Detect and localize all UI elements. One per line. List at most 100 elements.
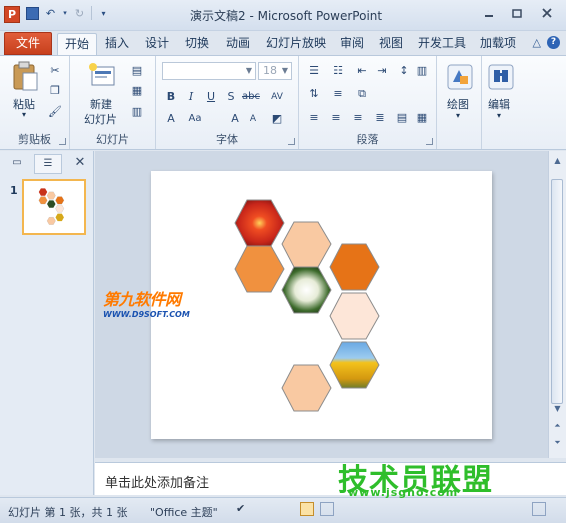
editing-button[interactable]: 编辑 [488, 96, 510, 112]
restore-button[interactable] [504, 4, 530, 24]
scroll-down-icon[interactable]: ▼ [550, 401, 565, 417]
paste-dropdown-icon[interactable]: ▾ [22, 110, 26, 119]
watermark-d9soft-title: 第九软件网 [103, 290, 181, 309]
title-bar: P ↶ ▾ ↻ ▾ 演示文稿2 - Microsoft PowerPoint [0, 0, 566, 31]
hexagon-light-peach-2 [281, 364, 332, 412]
hexagon-dark-orange [329, 243, 380, 291]
spellcheck-icon[interactable]: ✔ [236, 502, 245, 515]
reset-slide-icon[interactable]: ▦ [128, 83, 146, 99]
cut-icon[interactable]: ✂ [46, 63, 64, 79]
slide-canvas[interactable] [151, 171, 492, 439]
tab-animations[interactable]: 动画 [221, 33, 255, 55]
hexagon-diagram [234, 199, 380, 412]
group-label-font: 字体 [216, 133, 238, 146]
slide-thumbnail[interactable] [22, 179, 86, 235]
tab-view[interactable]: 视图 [374, 33, 408, 55]
scroll-up-icon[interactable]: ▲ [550, 153, 565, 169]
tab-addins[interactable]: 加载项 [476, 33, 520, 55]
center-icon[interactable]: ≡ [327, 110, 345, 126]
font-launcher-icon[interactable] [288, 138, 295, 145]
editing-dropdown-icon[interactable]: ▾ [497, 111, 501, 120]
tab-slideshow[interactable]: 幻灯片放映 [262, 33, 330, 55]
numbering-icon[interactable]: ☷ [329, 63, 347, 79]
outline-tab-icon[interactable]: ☰ [34, 154, 62, 174]
close-button[interactable] [534, 4, 560, 24]
smartart-icon[interactable]: ⧉ [353, 86, 371, 102]
save-icon[interactable] [26, 6, 39, 20]
undo-dropdown-icon[interactable]: ▾ [62, 9, 68, 17]
paste-icon[interactable] [11, 61, 39, 91]
distributed-icon[interactable]: ▤ [393, 110, 411, 126]
group-label-slides: 幻灯片 [96, 133, 129, 146]
drawing-button[interactable]: 绘图 [447, 96, 469, 112]
close-pane-icon[interactable]: ✕ [70, 154, 90, 174]
bold-button[interactable]: B [162, 89, 180, 105]
increase-indent-icon[interactable]: ⇥ [373, 63, 391, 79]
tab-design[interactable]: 设计 [140, 33, 174, 55]
tab-review[interactable]: 审阅 [335, 33, 369, 55]
new-slide-label-1[interactable]: 新建 [90, 96, 112, 112]
scroll-thumb[interactable] [551, 179, 563, 404]
group-paragraph: ☰ ☷ ⇤ ⇥ ↕ ▥ ⇅ ≡ ⧉ ≡ ≡ ≡ ≣ ▤ ▦ 段落 [299, 56, 437, 149]
customize-qat-icon[interactable]: ▾ [97, 9, 110, 18]
section-icon[interactable]: ▥ [128, 104, 146, 120]
shapes-icon[interactable] [446, 63, 474, 91]
tab-developer[interactable]: 开发工具 [414, 33, 470, 55]
tab-transitions[interactable]: 切换 [180, 33, 214, 55]
font-size-combo[interactable]: 18 ▼ [258, 62, 292, 80]
strikethrough-button[interactable]: abc [242, 89, 260, 105]
powerpoint-app-icon[interactable]: P [4, 6, 20, 23]
paragraph-more-icon[interactable]: ▦ [413, 110, 431, 126]
notes-placeholder[interactable]: 单击此处添加备注 [105, 472, 209, 491]
shrink-font-button[interactable]: A [244, 111, 262, 127]
align-right-icon[interactable]: ≡ [349, 110, 367, 126]
fit-to-window-icon[interactable] [532, 502, 546, 516]
undo-icon[interactable]: ↶ [44, 7, 57, 20]
justify-icon[interactable]: ≣ [371, 110, 389, 126]
font-name-combo[interactable]: ▼ [162, 62, 256, 80]
text-direction-icon[interactable]: ⇅ [305, 86, 323, 102]
new-slide-label-2[interactable]: 幻灯片 [84, 111, 117, 127]
sorter-view-icon[interactable] [320, 502, 334, 516]
normal-view-icon[interactable] [300, 502, 314, 516]
shadow-button[interactable]: S [222, 89, 240, 105]
layout-icon[interactable]: ▤ [128, 63, 146, 79]
group-editing: 编辑 ▾ [482, 56, 520, 149]
italic-button[interactable]: I [182, 89, 200, 105]
clear-formatting-icon[interactable]: ◩ [268, 111, 286, 127]
decrease-indent-icon[interactable]: ⇤ [353, 63, 371, 79]
redo-icon[interactable]: ↻ [73, 7, 86, 20]
minimize-ribbon-icon[interactable]: △ [533, 36, 541, 49]
next-slide-icon[interactable]: ⏷ [550, 435, 565, 451]
paragraph-launcher-icon[interactable] [426, 138, 433, 145]
group-slides: 新建 幻灯片 ▤ ▦ ▥ 幻灯片 [70, 56, 156, 149]
align-left-icon[interactable]: ≡ [305, 110, 323, 126]
slides-tab-icon[interactable]: ▭ [4, 154, 30, 174]
find-icon[interactable] [487, 63, 515, 91]
tab-file[interactable]: 文件 [4, 32, 52, 55]
watermark-d9soft: 第九软件网 WWW.D9SOFT.COM [103, 286, 190, 319]
hexagon-orange [234, 245, 285, 293]
char-spacing-button[interactable]: AV [268, 89, 286, 105]
underline-button[interactable]: U [202, 89, 220, 105]
columns-icon[interactable]: ▥ [413, 63, 431, 79]
clipboard-launcher-icon[interactable] [59, 138, 66, 145]
window-title: 演示文稿2 - Microsoft PowerPoint [190, 9, 383, 23]
grow-font-button[interactable]: A [226, 111, 244, 127]
new-slide-icon[interactable] [88, 62, 116, 90]
line-spacing-icon[interactable]: ↕ [395, 63, 413, 79]
help-icon[interactable]: ? [547, 36, 560, 49]
tab-home[interactable]: 开始 [57, 33, 97, 55]
minimize-button[interactable] [476, 4, 502, 24]
previous-slide-icon[interactable]: ⏶ [550, 418, 565, 434]
bullets-icon[interactable]: ☰ [305, 63, 323, 79]
copy-icon[interactable]: ❐ [46, 83, 64, 99]
align-text-icon[interactable]: ≡ [329, 86, 347, 102]
format-painter-icon[interactable]: 🖌 [46, 104, 64, 120]
notes-pane[interactable]: 单击此处添加备注 [95, 462, 566, 495]
tab-insert[interactable]: 插入 [100, 33, 134, 55]
vertical-scrollbar[interactable]: ▲ ▼ ⏶ ⏷ [548, 151, 566, 458]
change-case-button[interactable]: Aa [186, 111, 204, 127]
drawing-dropdown-icon[interactable]: ▾ [456, 111, 460, 120]
font-color-button[interactable]: A [162, 111, 180, 127]
